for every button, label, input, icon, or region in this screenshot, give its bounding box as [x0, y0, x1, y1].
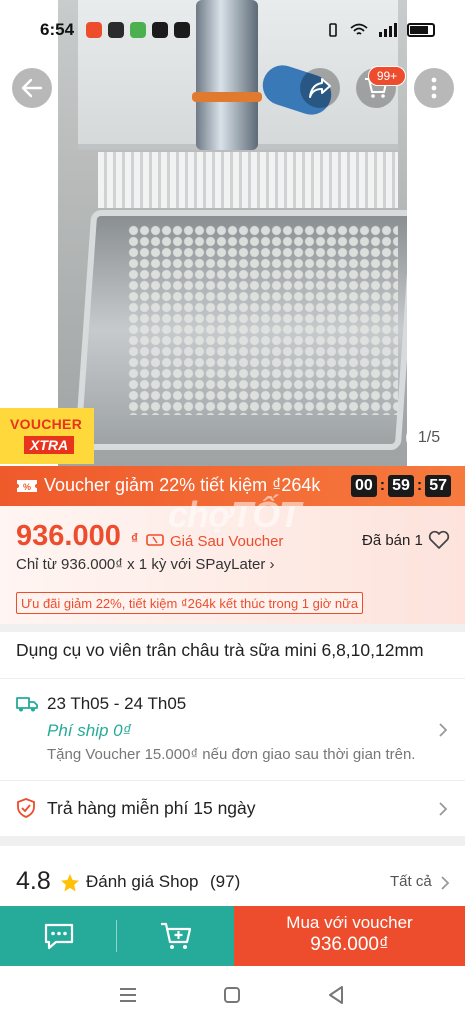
wifi-icon — [350, 23, 368, 35]
shipping-note: Tặng Voucher 15.000₫ nếu đơn giao sau th… — [47, 746, 416, 763]
price-currency: ₫ — [131, 530, 139, 546]
countdown-hours: 00 — [350, 475, 377, 497]
voucher-xtra-logo: VOUCHER XTRA — [0, 408, 94, 464]
shipping-row[interactable]: 23 Th05 - 24 Th05 Phí ship 0₫ Tặng Vouch… — [0, 678, 465, 780]
buy-button-price: 936.000₫ — [310, 934, 389, 955]
truck-icon — [16, 697, 38, 712]
price-after-voucher-label: Giá Sau Voucher — [170, 533, 284, 550]
voucher-countdown: 00 : 59 : 57 — [350, 475, 451, 497]
back-button[interactable] — [12, 68, 52, 108]
buy-with-voucher-button[interactable]: Mua với voucher 936.000₫ — [234, 906, 465, 966]
flash-voucher-text: Voucher giảm 22% tiết kiệm ₫264k — [44, 475, 321, 495]
chotot-watermark: chợTỐT — [168, 494, 301, 535]
share-icon — [309, 78, 331, 98]
chat-icon — [44, 923, 73, 950]
image-page-indicator: 1/5 — [406, 424, 452, 452]
product-price: 936.000 — [16, 520, 121, 552]
voucher-logo-line2: XTRA — [24, 436, 75, 454]
section-divider — [0, 624, 465, 632]
recent-apps-icon[interactable] — [116, 984, 140, 1006]
vibrate-icon — [329, 23, 337, 37]
shield-icon — [17, 798, 35, 818]
product-title: Dụng cụ vo viên trân châu trà sữa mini 6… — [16, 640, 424, 660]
voucher-ticket-icon: % — [17, 480, 37, 492]
system-nav-bar — [0, 966, 465, 1024]
chevron-right-icon — [439, 802, 448, 816]
add-to-cart-button[interactable] — [117, 906, 234, 966]
rating-score: 4.8 — [16, 867, 51, 895]
more-icon — [431, 77, 437, 99]
more-button[interactable] — [414, 68, 454, 108]
photo-pearls — [128, 225, 398, 415]
notification-app-icon — [130, 22, 146, 38]
status-app-icons — [86, 22, 190, 38]
free-returns-row[interactable]: Trả hàng miễn phí 15 ngày — [0, 780, 465, 836]
voucher-tag-icon — [146, 534, 164, 546]
share-button[interactable] — [300, 68, 340, 108]
shop-rating-row[interactable]: 4.8 Đánh giá Shop (97) Tất cả — [0, 858, 465, 906]
shipping-date: 23 Th05 - 24 Th05 — [47, 694, 187, 713]
status-time: 6:54 — [40, 20, 75, 39]
photo-ring — [192, 92, 262, 102]
section-divider — [0, 836, 465, 846]
spaylater-installment-link[interactable]: Chỉ từ 936.000₫ x 1 kỳ với SPayLater › — [16, 556, 275, 573]
product-gallery[interactable]: 6:54 99+ VOUCHER XTRA 1/5 — [0, 0, 465, 466]
bottom-action-bar: Mua với voucher 936.000₫ — [0, 906, 465, 966]
see-all-ratings-link[interactable]: Tất cả — [390, 873, 432, 890]
favorite-heart-icon[interactable] — [428, 530, 450, 550]
voucher-logo-line1: VOUCHER — [10, 416, 83, 432]
rating-count: (97) — [210, 872, 241, 891]
back-arrow-icon — [21, 78, 43, 98]
notification-app-icon — [174, 22, 190, 38]
chevron-right-icon — [439, 723, 448, 737]
countdown-minutes: 59 — [388, 475, 414, 497]
status-system-icons — [325, 22, 435, 38]
chevron-right-icon — [441, 876, 450, 890]
notification-app-icon — [108, 22, 124, 38]
add-to-cart-icon — [160, 922, 191, 949]
price-section: chợTỐT 936.000 ₫ Giá Sau Voucher Đã bán … — [0, 494, 465, 624]
home-icon[interactable] — [220, 984, 244, 1006]
notification-app-icon — [152, 22, 168, 38]
shipping-fee: Phí ship 0₫ — [47, 721, 132, 740]
free-returns-text: Trả hàng miễn phí 15 ngày — [47, 798, 256, 818]
notification-app-icon — [86, 22, 102, 38]
back-nav-icon[interactable] — [324, 984, 348, 1006]
star-icon — [61, 874, 79, 892]
battery-icon — [407, 23, 435, 37]
countdown-seconds: 57 — [425, 475, 451, 497]
promo-badge: Ưu đãi giảm 22%, tiết kiệm ₫264k kết thú… — [16, 592, 364, 614]
cart-badge: 99+ — [368, 66, 406, 86]
svg-text:%: % — [23, 482, 31, 492]
photo-ribs — [98, 152, 398, 208]
rating-label: Đánh giá Shop — [86, 872, 199, 891]
signal-icon — [379, 23, 397, 37]
status-bar: 6:54 — [0, 14, 465, 48]
buy-button-label: Mua với voucher — [286, 913, 413, 932]
chat-button[interactable] — [0, 906, 117, 966]
product-photo[interactable] — [58, 0, 407, 466]
sold-count: Đã bán 1 — [362, 532, 423, 549]
